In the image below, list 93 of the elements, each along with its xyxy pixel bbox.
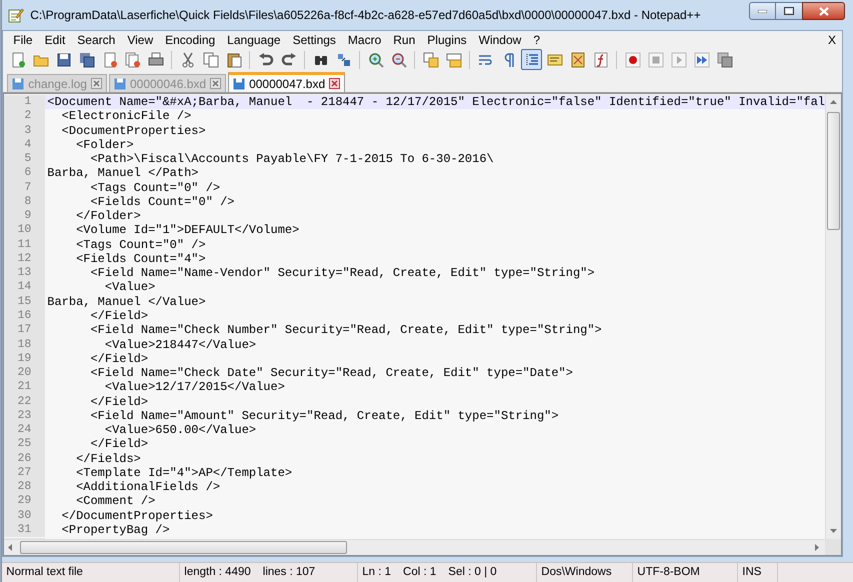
menu-item[interactable]: Edit xyxy=(38,30,72,48)
close-icon xyxy=(818,6,828,16)
menu-item[interactable]: Macro xyxy=(342,30,388,48)
minimize-button[interactable] xyxy=(749,2,776,20)
line-number: 4 xyxy=(4,138,46,152)
menu-item[interactable]: ? xyxy=(527,30,546,48)
window-title: C:\ProgramData\Laserfiche\Quick Fields\Files\a605226a-f8cf-4b2c-a628-e57ed7d60a5d\bxd\0000\00000047.bxd - Notepad++ xyxy=(30,7,702,24)
line-ending-label: Dos\Windows xyxy=(541,564,612,580)
redo-arrow-icon xyxy=(280,52,297,68)
line-number: 7 xyxy=(4,180,46,195)
line-number: 9 xyxy=(4,209,46,224)
tab[interactable]: 00000047.bxd xyxy=(228,72,346,92)
line-number: 10 xyxy=(4,223,46,238)
line-number: 25 xyxy=(4,437,46,452)
page-icon xyxy=(10,52,26,68)
menu-item[interactable]: Encoding xyxy=(159,30,222,48)
function-page-icon xyxy=(592,52,609,68)
notepad-pencil-icon xyxy=(8,7,24,23)
line-number: 11 xyxy=(4,238,46,252)
note-icon xyxy=(546,52,563,68)
copy-icon xyxy=(202,52,219,68)
line-number: 27 xyxy=(4,466,46,480)
close-document-button[interactable]: X xyxy=(828,30,836,48)
line-number: 18 xyxy=(4,338,46,352)
menu-item[interactable]: Window xyxy=(472,30,528,48)
vertical-scrollbar[interactable] xyxy=(825,94,841,539)
line-number: 2 xyxy=(4,109,46,124)
windows-horizontal-icon xyxy=(446,52,462,68)
menu-item[interactable]: File xyxy=(7,30,39,48)
printer-icon xyxy=(148,52,164,68)
menu-item[interactable]: Settings xyxy=(286,30,342,48)
line-number: 19 xyxy=(4,352,46,366)
maximize-button[interactable] xyxy=(776,2,802,20)
menu-item[interactable]: View xyxy=(121,30,160,48)
close-tab-icon[interactable] xyxy=(329,78,340,89)
close-button[interactable] xyxy=(802,2,845,20)
page-minus-icon xyxy=(102,52,118,68)
line-number: 17 xyxy=(4,323,46,338)
down-arrow-icon xyxy=(830,529,837,533)
magnifier-plus-icon xyxy=(368,52,384,68)
encoding-label: UTF-8-BOM xyxy=(637,564,700,580)
line-number: 13 xyxy=(4,266,46,280)
line-number: 24 xyxy=(4,423,46,438)
selection-label: Sel : 0 | 0 xyxy=(448,564,497,580)
close-tab-icon[interactable] xyxy=(90,78,102,89)
fast-forward-icon xyxy=(694,52,710,68)
line-number: 5 xyxy=(4,152,46,166)
menu-item[interactable]: Run xyxy=(387,30,422,48)
line-number: 14 xyxy=(4,280,46,295)
scissors-icon xyxy=(180,52,196,68)
file-type-label: Normal text file xyxy=(6,564,83,580)
lines-count-label: lines : 107 xyxy=(262,564,316,580)
minimize-icon xyxy=(758,10,767,12)
maximize-icon xyxy=(784,7,794,15)
windows-vertical-icon xyxy=(422,52,439,68)
scrollbar-thumb[interactable] xyxy=(20,541,348,554)
scrollbar-thumb[interactable] xyxy=(827,112,840,230)
scrollbar-corner xyxy=(825,539,841,555)
indent-guide-icon xyxy=(524,52,540,68)
line-number: 26 xyxy=(4,452,46,466)
menu-item[interactable]: Language xyxy=(221,30,287,48)
line-number: 15 xyxy=(4,294,46,309)
line-number: 21 xyxy=(4,380,46,395)
right-arrow-icon xyxy=(815,544,819,551)
column-position-label: Col : 1 xyxy=(403,564,436,580)
line-number: 8 xyxy=(4,194,46,210)
clipboard-icon xyxy=(226,52,242,68)
line-number: 12 xyxy=(4,252,46,266)
line-number: 3 xyxy=(4,124,46,138)
magnifier-minus-icon xyxy=(390,52,407,68)
menu-item[interactable]: Plugins xyxy=(421,30,473,48)
line-number: 28 xyxy=(4,480,46,494)
pages-minus-icon xyxy=(124,52,141,68)
toolbar-button[interactable] xyxy=(521,49,542,70)
menu-item[interactable]: Search xyxy=(71,30,122,48)
line-number: 20 xyxy=(4,366,46,380)
line-number: 23 xyxy=(4,408,46,424)
length-label: length : 4490 xyxy=(184,564,251,580)
line-number: 29 xyxy=(4,494,46,509)
insert-mode-label: INS xyxy=(742,564,762,580)
horizontal-scrollbar[interactable] xyxy=(4,539,825,555)
line-number: 1 xyxy=(4,95,46,110)
line-number: 31 xyxy=(4,522,46,538)
close-tab-icon[interactable] xyxy=(210,78,222,89)
line-number: 6 xyxy=(4,166,46,181)
left-arrow-icon xyxy=(8,544,12,551)
up-arrow-icon xyxy=(830,100,837,104)
line-number: 16 xyxy=(4,308,46,324)
line-number: 22 xyxy=(4,394,46,409)
line-number: 30 xyxy=(4,508,46,523)
stop-square-icon xyxy=(648,52,664,68)
line-position-label: Ln : 1 xyxy=(362,564,392,580)
undo-arrow-icon xyxy=(258,52,274,68)
